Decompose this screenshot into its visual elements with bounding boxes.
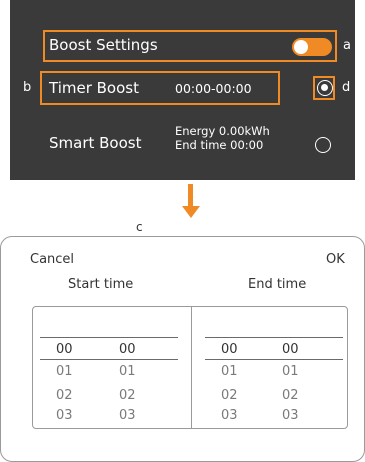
- smart-boost-label: Smart Boost: [49, 134, 142, 152]
- start-selection-bottom-line: [40, 359, 178, 360]
- time-picker-box: [32, 306, 348, 429]
- start-minute-option[interactable]: 03: [119, 408, 136, 423]
- boost-settings-label: Boost Settings: [49, 36, 158, 54]
- end-hour-option[interactable]: 03: [221, 408, 238, 423]
- start-hour-selected[interactable]: 00: [56, 342, 73, 357]
- toggle-knob: [294, 40, 308, 54]
- start-hour-option[interactable]: 01: [56, 364, 73, 379]
- cancel-button[interactable]: Cancel: [30, 252, 74, 267]
- end-hour-selected[interactable]: 00: [221, 342, 238, 357]
- smart-boost-end-time: End time 00:00: [175, 138, 264, 152]
- ok-button[interactable]: OK: [326, 252, 345, 267]
- boost-settings-toggle[interactable]: [292, 38, 332, 56]
- end-selection-top-line: [205, 337, 343, 338]
- end-hour-option[interactable]: 02: [221, 388, 238, 403]
- start-hour-option[interactable]: 02: [56, 388, 73, 403]
- end-minute-selected[interactable]: 00: [282, 342, 299, 357]
- timer-boost-radio[interactable]: [317, 80, 333, 96]
- end-minute-option[interactable]: 01: [282, 364, 299, 379]
- arrow-head-icon: [182, 206, 200, 218]
- timer-boost-value[interactable]: 00:00-00:00: [175, 81, 252, 96]
- end-selection-bottom-line: [205, 359, 343, 360]
- start-minute-selected[interactable]: 00: [119, 342, 136, 357]
- start-minute-option[interactable]: 01: [119, 364, 136, 379]
- radio-selected-dot: [321, 84, 328, 91]
- annotation-b: b: [23, 80, 32, 95]
- timer-boost-label: Timer Boost: [49, 79, 139, 97]
- annotation-c: c: [136, 220, 143, 234]
- annotation-a: a: [343, 38, 351, 53]
- start-time-label: Start time: [68, 277, 134, 292]
- start-selection-top-line: [40, 337, 178, 338]
- end-hour-option[interactable]: 01: [221, 364, 238, 379]
- smart-boost-energy: Energy 0.00kWh: [175, 124, 270, 138]
- smart-boost-details: Energy 0.00kWh End time 00:00: [175, 124, 270, 152]
- start-minute-option[interactable]: 02: [119, 388, 136, 403]
- start-hour-option[interactable]: 03: [56, 408, 73, 423]
- smart-boost-radio[interactable]: [315, 137, 331, 153]
- arrow-down-icon: [188, 184, 193, 206]
- end-minute-option[interactable]: 03: [282, 408, 299, 423]
- annotation-d: d: [342, 80, 351, 95]
- picker-divider: [191, 306, 192, 429]
- end-minute-option[interactable]: 02: [282, 388, 299, 403]
- end-time-label: End time: [248, 277, 307, 292]
